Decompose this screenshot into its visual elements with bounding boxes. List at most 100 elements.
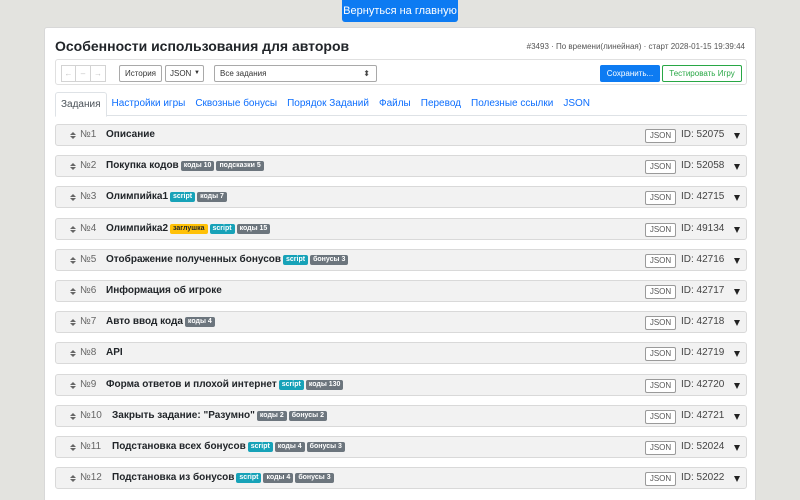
task-title-text: Покупка кодов	[106, 160, 179, 172]
expand-caret-icon[interactable]	[734, 382, 740, 389]
task-row[interactable]: №11 Подстановка всех бонусов script коды 4б…	[55, 436, 747, 458]
task-row[interactable]: №6 Информация об игроке JSON ID: 42717	[55, 280, 747, 302]
tab-task-order[interactable]: Порядок Заданий	[282, 92, 374, 115]
task-json-button[interactable]: JSON	[645, 409, 676, 424]
task-row[interactable]: №10 Закрыть задание: "Разумно" коды 2 бонус…	[55, 404, 747, 427]
sort-handle-icon[interactable]	[70, 286, 78, 297]
task-title-text: Олимпийка2	[106, 222, 169, 234]
expand-caret-icon[interactable]	[734, 257, 740, 264]
toolbar: ← – → История JSON ▼ Все задания ⬍ Сохра…	[55, 59, 747, 85]
expand-caret-icon[interactable]	[734, 289, 740, 295]
task-row[interactable]: №1 Описание JSON ID: 52075	[55, 124, 747, 146]
sort-handle-icon[interactable]	[70, 348, 78, 359]
expand-caret-icon[interactable]	[734, 164, 740, 171]
back-to-home-button[interactable]: Вернуться на главную	[342, 0, 458, 22]
task-row[interactable]: №9 Форма ответов и плохой интернет script к…	[55, 373, 747, 396]
sort-handle-icon[interactable]	[70, 380, 78, 391]
task-number: №1	[80, 129, 97, 140]
expand-caret-icon[interactable]	[734, 226, 740, 233]
expand-caret-icon[interactable]	[734, 320, 740, 327]
sort-handle-icon[interactable]	[70, 192, 78, 203]
expand-caret-icon[interactable]	[734, 413, 740, 420]
task-json-button[interactable]: JSON	[645, 222, 676, 237]
task-title: Закрыть задание: "Разумно" коды 2 бонусы 2	[112, 410, 327, 421]
task-title: Олимпийка2 заглушка script коды 15	[106, 222, 271, 234]
task-row[interactable]: №12 Подстановка из бонусов script коды 4 бон…	[55, 467, 747, 490]
task-title-text: Подстановка всех бонусов	[112, 441, 246, 452]
task-row[interactable]: №2 Покупка кодов коды 10 подсказки 5 JSON ID:…	[55, 155, 747, 178]
tab-files[interactable]: Файлы	[374, 92, 416, 115]
task-filter-value: Все задания	[220, 69, 267, 78]
tab-tasks[interactable]: Задания	[55, 92, 107, 117]
back-arrow-icon[interactable]: ←	[61, 65, 76, 82]
expand-caret-icon[interactable]	[734, 133, 740, 139]
expand-caret-icon[interactable]	[734, 195, 740, 202]
sort-handle-icon[interactable]	[70, 411, 78, 422]
task-row[interactable]: №3 Олимпийка1 script коды 7 JSON ID: 42715	[55, 186, 747, 209]
task-number: №8	[80, 347, 97, 359]
sort-handle-icon[interactable]	[70, 473, 78, 484]
task-title-text: Отображение полученных бонусов	[106, 253, 282, 265]
sort-handle-icon[interactable]	[70, 317, 78, 328]
task-json-button[interactable]: JSON	[645, 285, 676, 299]
task-title-text: Описание	[106, 129, 155, 140]
task-badge: бонусы 2	[288, 410, 327, 421]
forward-arrow-icon[interactable]: →	[91, 65, 106, 82]
task-badge: script	[236, 473, 262, 484]
task-number: №12	[80, 472, 102, 484]
task-id: ID: 42719	[681, 347, 725, 359]
test-game-button[interactable]: Тестировать Игру	[662, 65, 742, 82]
tab-json[interactable]: JSON	[558, 92, 595, 115]
task-title: API	[106, 347, 123, 358]
task-json-button[interactable]: JSON	[645, 472, 676, 487]
task-json-button[interactable]: JSON	[645, 347, 676, 362]
task-row[interactable]: №7 Авто ввод кода коды 4 JSON ID: 42718	[55, 311, 747, 334]
task-id: ID: 42715	[681, 191, 725, 203]
task-id: ID: 42717	[681, 285, 725, 296]
task-json-button[interactable]: JSON	[645, 441, 676, 455]
tab-translation[interactable]: Перевод	[416, 92, 466, 115]
tab-game-settings[interactable]: Настройки игры	[107, 92, 191, 115]
task-json-button[interactable]: JSON	[645, 129, 676, 143]
task-id: ID: 42720	[681, 378, 725, 390]
task-title: Форма ответов и плохой интернет script код…	[106, 379, 344, 390]
task-badge: бонусы 3	[295, 473, 334, 484]
task-row[interactable]: №8 API JSON ID: 42719	[55, 342, 747, 365]
task-badge: script	[278, 379, 304, 390]
json-dropdown[interactable]: JSON ▼	[165, 65, 204, 82]
expand-caret-icon[interactable]	[734, 476, 740, 483]
task-number: №9	[80, 378, 97, 390]
task-filter-select[interactable]: Все задания ⬍	[214, 65, 377, 82]
task-json-button[interactable]: JSON	[645, 160, 676, 175]
task-id: ID: 52058	[681, 160, 725, 172]
tab-useful-links[interactable]: Полезные ссылки	[466, 92, 558, 115]
dash-icon[interactable]: –	[76, 65, 91, 82]
task-title-text: Подстановка из бонусов	[112, 472, 235, 484]
task-title: Описание	[106, 129, 155, 140]
task-json-button[interactable]: JSON	[645, 253, 676, 268]
task-json-button[interactable]: JSON	[645, 316, 676, 331]
task-title: Покупка кодов коды 10 подсказки 5	[106, 160, 264, 172]
sort-handle-icon[interactable]	[70, 224, 78, 235]
sort-handle-icon[interactable]	[70, 255, 78, 266]
expand-caret-icon[interactable]	[734, 351, 740, 358]
tab-global-bonuses[interactable]: Сквозные бонусы	[190, 92, 282, 115]
task-row[interactable]: №4 Олимпийка2 заглушка script коды 15 JSON ID:…	[55, 217, 747, 240]
expand-caret-icon[interactable]	[734, 445, 740, 451]
nav-button-group: ← – →	[61, 65, 106, 82]
task-badge: коды 4	[263, 473, 294, 484]
sort-handle-icon[interactable]	[70, 161, 78, 172]
task-number: №11	[80, 441, 102, 452]
task-json-button[interactable]: JSON	[645, 191, 676, 206]
task-badge: script	[283, 254, 309, 265]
sort-handle-icon[interactable]	[70, 442, 78, 453]
history-button[interactable]: История	[119, 65, 162, 82]
save-button[interactable]: Сохранить...	[600, 65, 660, 82]
task-number: №3	[80, 191, 97, 203]
task-json-button[interactable]: JSON	[645, 378, 676, 393]
task-badge: бонусы 3	[310, 254, 349, 265]
task-title-text: Олимпийка1	[106, 191, 169, 203]
task-title-text: Закрыть задание: "Разумно"	[112, 409, 255, 421]
task-row[interactable]: №5 Отображение полученных бонусов script бо…	[55, 248, 747, 271]
sort-handle-icon[interactable]	[70, 130, 78, 141]
